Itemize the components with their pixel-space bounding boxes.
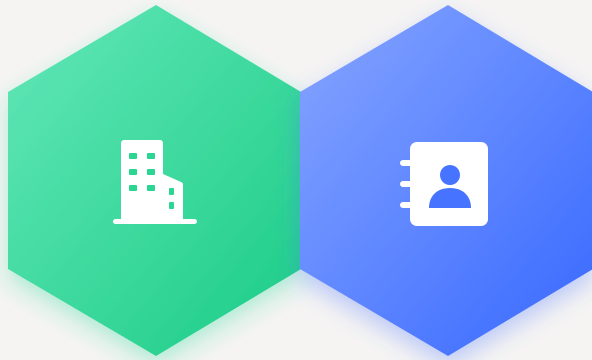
company-tile[interactable] — [6, 5, 306, 357]
contact-book-icon — [400, 142, 488, 226]
hex-tile-row — [0, 0, 592, 360]
building-icon — [113, 140, 197, 224]
contacts-tile[interactable] — [298, 5, 592, 357]
